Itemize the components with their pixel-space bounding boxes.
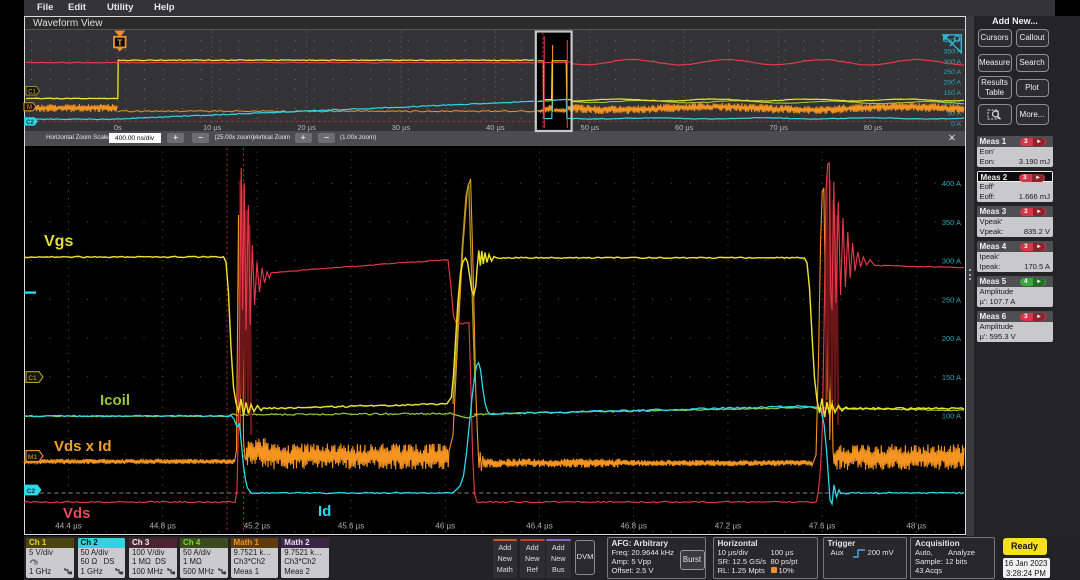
svg-text:100 A: 100 A xyxy=(942,412,961,421)
svg-text:400 A: 400 A xyxy=(942,179,961,188)
svg-text:40 µs: 40 µs xyxy=(486,123,505,132)
svg-text:0s: 0s xyxy=(114,123,122,132)
svg-text:300 A: 300 A xyxy=(942,257,961,266)
svg-text:80 µs: 80 µs xyxy=(864,123,883,132)
svg-text:M: M xyxy=(27,105,32,111)
svg-text:60 µs: 60 µs xyxy=(675,123,694,132)
svg-text:46.4 µs: 46.4 µs xyxy=(526,522,552,531)
svg-text:45.2 µs: 45.2 µs xyxy=(244,522,270,531)
svg-text:250 A: 250 A xyxy=(944,69,962,76)
svg-text:C1: C1 xyxy=(28,375,37,382)
svg-text:46.8 µs: 46.8 µs xyxy=(620,522,646,531)
svg-text:T: T xyxy=(117,38,123,48)
svg-text:45.6 µs: 45.6 µs xyxy=(338,522,364,531)
svg-text:250 A: 250 A xyxy=(942,295,961,304)
svg-text:48 µs: 48 µs xyxy=(906,522,926,531)
svg-text:M1: M1 xyxy=(28,454,37,461)
svg-text:350 A: 350 A xyxy=(942,218,961,227)
svg-text:50 µs: 50 µs xyxy=(581,123,600,132)
svg-text:20 µs: 20 µs xyxy=(297,123,316,132)
svg-text:Icoil: Icoil xyxy=(100,392,130,409)
svg-text:46 µs: 46 µs xyxy=(435,522,455,531)
svg-text:Vds: Vds xyxy=(63,505,91,522)
svg-text:44.8 µs: 44.8 µs xyxy=(149,522,175,531)
svg-text:70 µs: 70 µs xyxy=(769,123,788,132)
svg-text:30 µs: 30 µs xyxy=(392,123,411,132)
svg-text:10 µs: 10 µs xyxy=(203,123,222,132)
svg-text:Id: Id xyxy=(318,503,331,520)
svg-text:200 A: 200 A xyxy=(942,334,961,343)
svg-text:47.2 µs: 47.2 µs xyxy=(715,522,741,531)
svg-text:200 A: 200 A xyxy=(944,80,962,87)
svg-text:150 A: 150 A xyxy=(942,373,961,382)
svg-text:Vgs: Vgs xyxy=(44,233,73,250)
svg-text:0 A: 0 A xyxy=(951,121,961,128)
svg-text:C1: C1 xyxy=(28,89,36,95)
svg-text:C2: C2 xyxy=(27,488,36,495)
svg-text:150 A: 150 A xyxy=(944,90,962,97)
svg-text:C2: C2 xyxy=(26,120,34,126)
svg-text:44.4 µs: 44.4 µs xyxy=(55,522,81,531)
svg-text:Vds x Id: Vds x Id xyxy=(54,438,112,455)
svg-text:47.6 µs: 47.6 µs xyxy=(809,522,835,531)
